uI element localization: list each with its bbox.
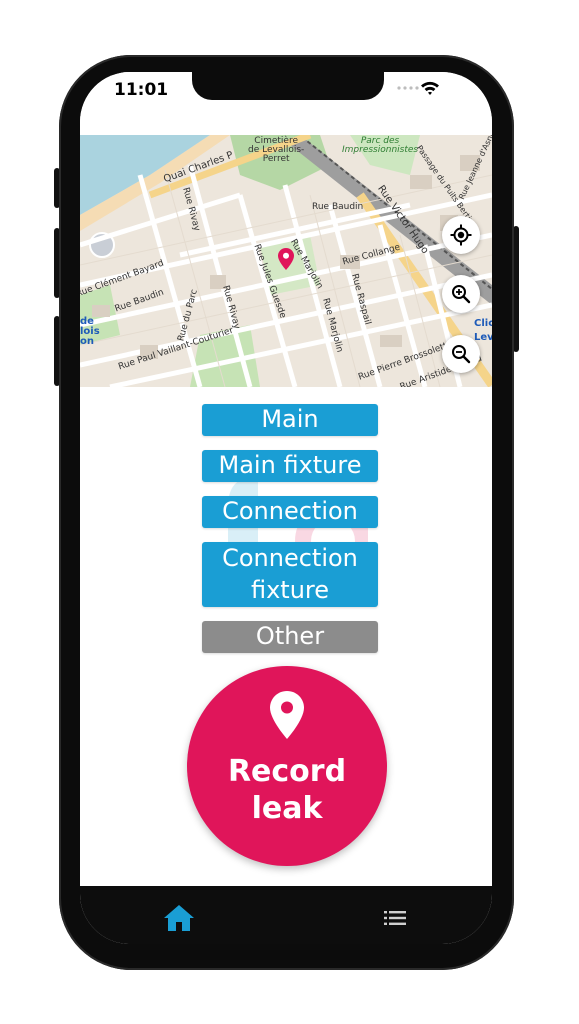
record-leak-button[interactable]: Record leak [187, 666, 387, 866]
wifi-icon [421, 81, 439, 95]
map-view[interactable]: Quai Charles P Cimetière de Levallois- P… [80, 135, 492, 387]
status-bar: 11:01 [80, 72, 492, 132]
crosshair-locate-icon [450, 224, 472, 246]
map-label-parc: Parc des Impressionnistes [342, 136, 419, 155]
map-label-cimetiere: Cimetière de Levallois- Perret [248, 136, 305, 164]
zoom-out-icon [452, 345, 471, 364]
record-leak-label: Record leak [227, 753, 347, 827]
map-pin-icon [270, 690, 304, 739]
zoom-in-icon [452, 285, 471, 304]
map-label-baudin-top: Rue Baudin [312, 202, 364, 212]
bottom-nav [80, 886, 492, 944]
category-other-button[interactable]: Other [202, 621, 378, 653]
status-time: 11:01 [114, 80, 169, 100]
home-icon[interactable] [163, 904, 195, 932]
map-label-leva: Leva [474, 332, 492, 343]
phone-screen: 11:01 Quai Charles P Cimetière de Levall… [80, 72, 492, 944]
locate-button[interactable] [442, 216, 480, 254]
zoom-out-button[interactable] [442, 335, 480, 373]
notch [192, 72, 384, 100]
category-connection-button[interactable]: Connection [202, 496, 378, 528]
category-main-fixture-button[interactable]: Main fixture [202, 450, 378, 482]
list-icon[interactable] [384, 910, 406, 926]
map-label-clic: Clic [474, 318, 492, 329]
category-main-button[interactable]: Main [202, 404, 378, 436]
page: 11:01 Quai Charles P Cimetière de Levall… [0, 0, 579, 1024]
map-location-pin-icon[interactable] [278, 248, 294, 270]
map-label-left-blue: de lois on [80, 316, 100, 347]
category-connection-fixture-button[interactable]: Connection fixture [202, 542, 378, 607]
zoom-in-button[interactable] [442, 275, 480, 313]
